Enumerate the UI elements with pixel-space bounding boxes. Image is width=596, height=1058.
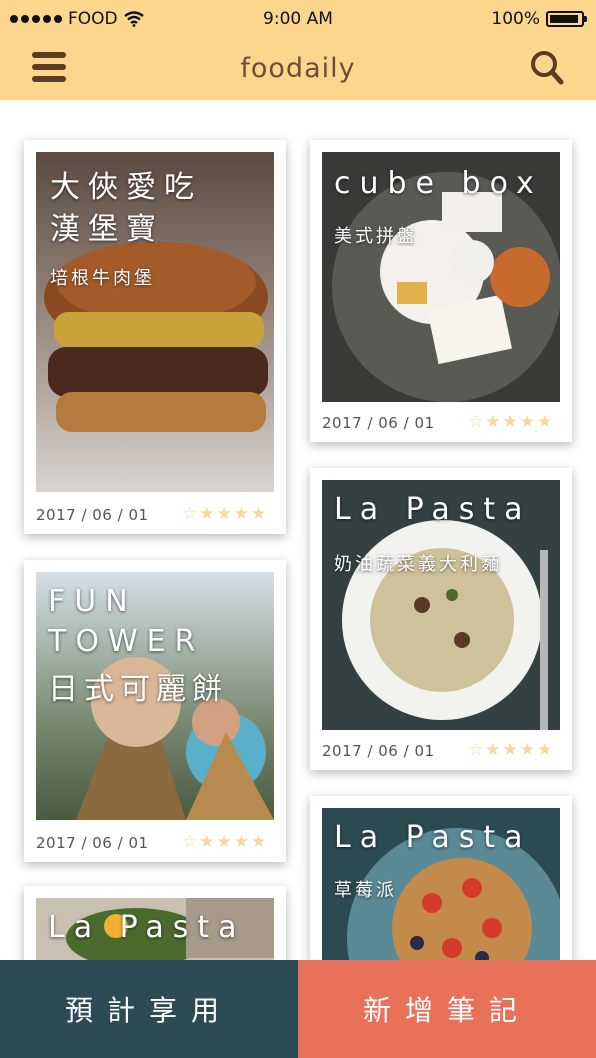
search-icon[interactable] [530, 50, 564, 86]
card-date: 2017 / 06 / 01 [322, 742, 435, 760]
rating-stars: ☆★★★★ [468, 740, 555, 760]
card-date: 2017 / 06 / 01 [322, 414, 435, 432]
card-title-line: 漢堡寶 [50, 212, 164, 247]
card-title-line: 日式可麗餅 [48, 672, 228, 707]
card-title-line: TOWER [48, 624, 205, 659]
food-card-burger[interactable]: 大俠愛吃 漢堡寶 培根牛肉堡 2017 / 06 / 01 ☆★★★★ [24, 140, 286, 534]
app-brand-title: foodaily [240, 53, 356, 84]
battery-icon [546, 11, 587, 27]
food-card-cube-box[interactable]: cube box 美式拼盤 2017 / 06 / 01 ☆★★★★ [310, 140, 572, 442]
rating-stars: ☆★★★★ [182, 832, 269, 852]
status-bar: FOOD 9:00 AM 100% [0, 0, 596, 40]
card-date: 2017 / 06 / 01 [36, 834, 149, 852]
card-title-line: FUN [48, 584, 137, 619]
card-title-line: La Pasta [48, 910, 246, 945]
card-subtitle: 培根牛肉堡 [50, 268, 155, 289]
add-note-button[interactable]: 新增筆記 [298, 960, 596, 1058]
card-subtitle: 美式拼盤 [334, 226, 418, 247]
card-subtitle: 奶油蔬菜義大利麵 [334, 554, 502, 575]
rating-stars: ☆★★★★ [468, 412, 555, 432]
card-title-line: cube box [334, 166, 543, 201]
card-title-line: La Pasta [334, 492, 532, 527]
rating-stars: ☆★★★★ [182, 504, 269, 524]
card-date: 2017 / 06 / 01 [36, 506, 149, 524]
food-card-pasta[interactable]: La Pasta 奶油蔬菜義大利麵 2017 / 06 / 01 ☆★★★★ [310, 468, 572, 770]
card-subtitle: 草莓派 [334, 880, 397, 901]
top-bar: FOOD 9:00 AM 100% foodaily [0, 0, 596, 100]
card-title-line: La Pasta [334, 820, 532, 855]
card-title-line: 大俠愛吃 [50, 170, 202, 205]
food-card-fun-tower[interactable]: FUN TOWER 日式可麗餅 2017 / 06 / 01 ☆★★★★ [24, 560, 286, 862]
plan-to-eat-button[interactable]: 預計享用 [0, 960, 298, 1058]
battery-percent: 100% [491, 9, 540, 29]
